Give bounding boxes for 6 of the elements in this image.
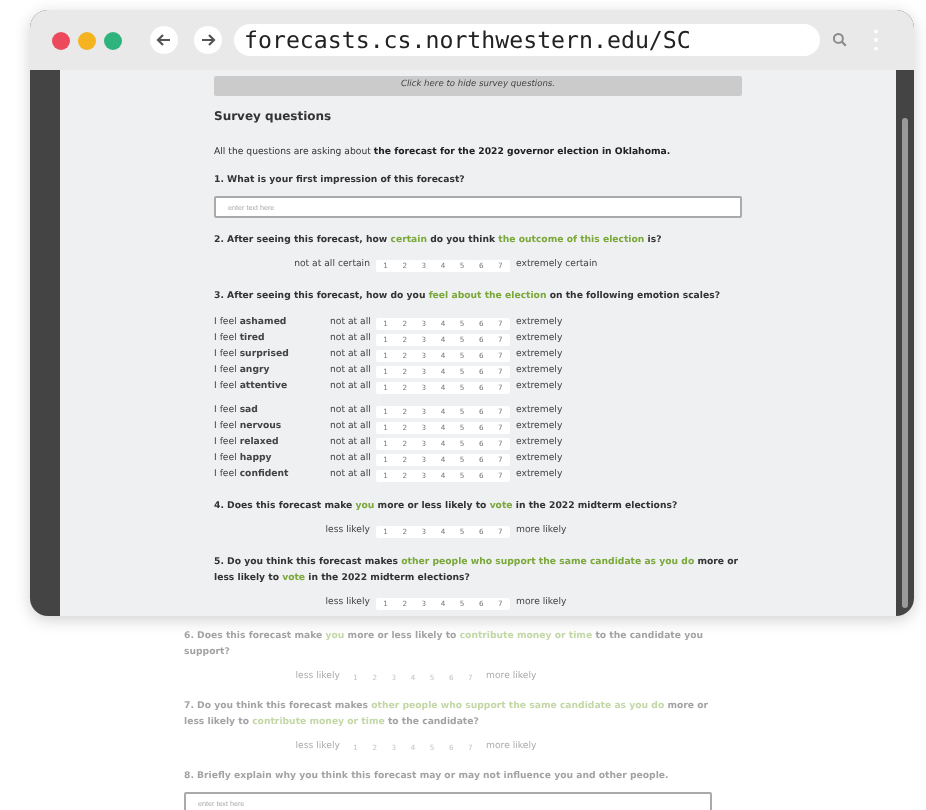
close-dot[interactable]: [52, 31, 70, 49]
address-bar[interactable]: forecasts.cs.northwestern.edu/SC: [234, 24, 820, 56]
minimize-dot[interactable]: [78, 31, 96, 49]
search-icon[interactable]: [832, 32, 848, 48]
scrollbar-thumb[interactable]: [902, 118, 908, 608]
maximize-dot[interactable]: [104, 31, 122, 49]
